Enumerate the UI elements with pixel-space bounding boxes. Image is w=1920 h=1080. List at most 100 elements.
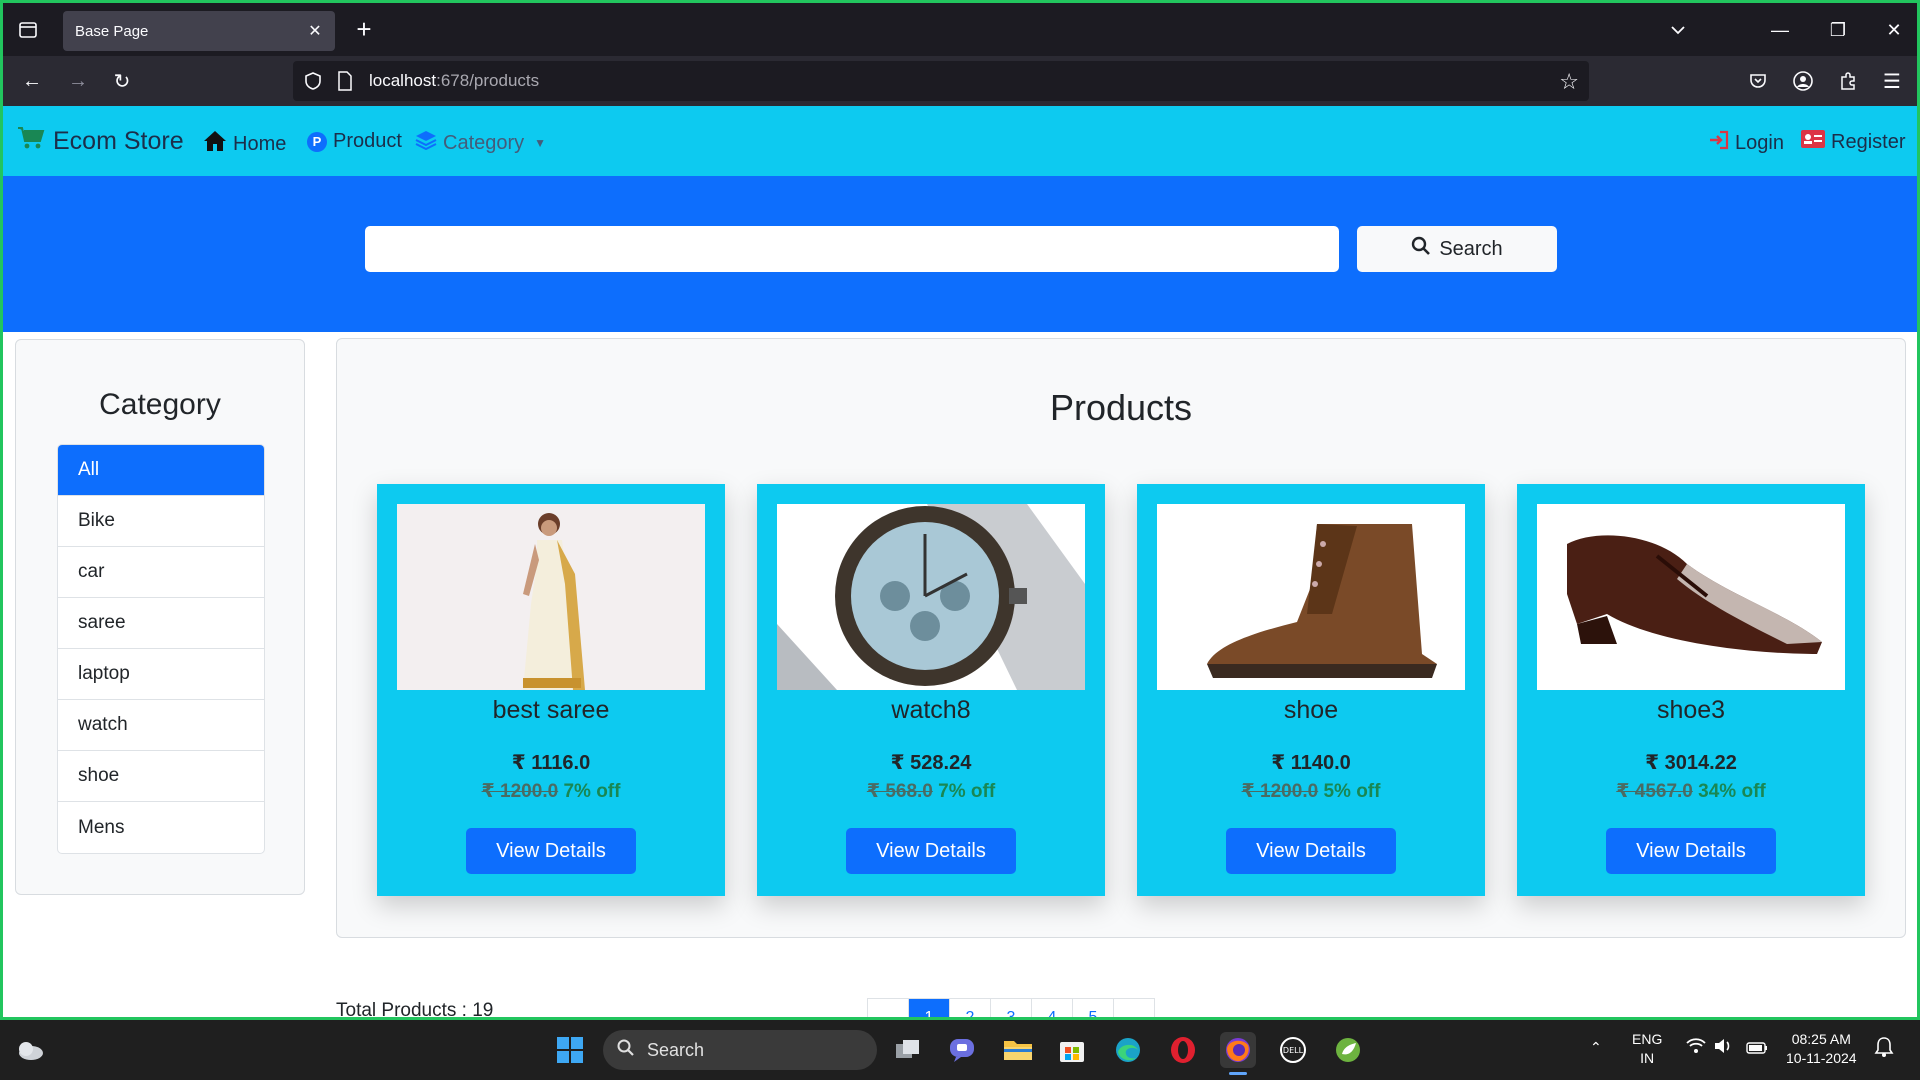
product-price: ₹ 1116.0 [511, 752, 591, 774]
view-details-button[interactable]: View Details [846, 828, 1016, 874]
dell-icon[interactable]: DELL [1275, 1032, 1311, 1068]
close-window-icon[interactable]: ✕ [1881, 17, 1907, 43]
view-details-button[interactable]: View Details [466, 828, 636, 874]
category-item-saree[interactable]: saree [58, 598, 264, 649]
caret-down-icon: ▼ [534, 136, 547, 150]
nav-category-dropdown[interactable]: Category ▼ [415, 130, 546, 156]
back-icon[interactable]: ← [17, 66, 47, 96]
total-products: Total Products : 19 [336, 1000, 494, 1021]
chevron-down-icon[interactable] [1665, 17, 1691, 43]
browser-tab[interactable]: Base Page ✕ [63, 11, 335, 51]
product-original-price: ₹ 568.0 7% off [757, 780, 1105, 803]
language-top: ENG [1632, 1031, 1663, 1047]
weather-icon[interactable] [12, 1032, 48, 1068]
clock[interactable]: 08:25 AM 10-11-2024 [1786, 1030, 1857, 1068]
nav-product-label: Product [333, 130, 402, 152]
category-item-laptop[interactable]: laptop [58, 649, 264, 700]
show-hidden-icons-icon[interactable]: ⌃ [1590, 1038, 1602, 1057]
product-card: watch8 ₹ 528.24 ₹ 568.0 7% off View Deta… [757, 484, 1105, 896]
login-icon [1709, 130, 1729, 156]
teams-icon[interactable] [944, 1032, 980, 1068]
windows-start-icon[interactable] [552, 1032, 588, 1068]
pagination: 1 2 3 4 5 [867, 998, 1155, 1038]
url-text[interactable]: localhost:678/products [369, 71, 539, 91]
nav-product[interactable]: P Product [307, 130, 402, 153]
products-panel: Products best saree ₹ 1116.0 ₹ 1200.0 7%… [336, 338, 1906, 938]
pocket-icon[interactable] [1743, 66, 1773, 96]
nav-login[interactable]: Login [1709, 130, 1784, 156]
opera-icon[interactable] [1165, 1032, 1201, 1068]
firefox-icon[interactable] [1220, 1032, 1256, 1068]
nav-home[interactable]: Home [203, 130, 286, 158]
close-tab-icon[interactable]: ✕ [305, 21, 325, 41]
product-name: best saree [492, 696, 610, 724]
home-icon [203, 130, 227, 158]
product-image-shoe3[interactable] [1537, 504, 1845, 690]
tab-title: Base Page [75, 22, 149, 40]
view-details-button[interactable]: View Details [1226, 828, 1396, 874]
file-explorer-icon[interactable] [1000, 1032, 1036, 1068]
category-item-car[interactable]: car [58, 547, 264, 598]
category-item-watch[interactable]: watch [58, 700, 264, 751]
forward-icon[interactable]: → [63, 66, 93, 96]
edge-icon[interactable] [1110, 1032, 1146, 1068]
search-input[interactable] [365, 226, 1339, 272]
wifi-icon[interactable] [1686, 1038, 1706, 1059]
address-bar[interactable]: localhost:678/products ☆ [293, 61, 1589, 101]
search-icon [617, 1039, 635, 1062]
reload-icon[interactable]: ↻ [107, 66, 137, 96]
active-app-indicator [1229, 1072, 1247, 1075]
product-name: shoe [1283, 696, 1339, 724]
view-details-button[interactable]: View Details [1606, 828, 1776, 874]
product-image-watch[interactable] [777, 504, 1085, 690]
extensions-icon[interactable] [1833, 66, 1863, 96]
shield-icon[interactable] [303, 71, 323, 96]
store-icon[interactable] [1054, 1032, 1090, 1068]
account-icon[interactable] [1788, 66, 1818, 96]
task-view-icon[interactable] [890, 1032, 926, 1068]
clock-date: 10-11-2024 [1786, 1050, 1857, 1066]
product-card: shoe3 ₹ 3014.22 ₹ 4567.0 34% off View De… [1517, 484, 1865, 896]
product-card: best saree ₹ 1116.0 ₹ 1200.0 7% off View… [377, 484, 725, 896]
product-price: ₹ 1140.0 [1271, 752, 1351, 774]
spring-tools-icon[interactable] [1330, 1032, 1366, 1068]
category-item-all[interactable]: All [58, 445, 264, 496]
notification-icon[interactable] [1874, 1036, 1894, 1063]
bookmark-star-icon[interactable]: ☆ [1559, 69, 1579, 95]
browser-toolbar: ← → ↻ localhost:678/products ☆ ☰ [0, 56, 1920, 106]
url-path: :678/products [436, 71, 540, 90]
new-tab-icon[interactable]: + [351, 16, 377, 43]
volume-icon[interactable] [1714, 1038, 1734, 1059]
search-button-label: Search [1439, 237, 1503, 260]
language-indicator[interactable]: ENG IN [1632, 1030, 1662, 1068]
product-image-shoe[interactable] [1157, 504, 1465, 690]
product-image-saree[interactable] [397, 504, 705, 690]
tab-list-icon[interactable] [15, 17, 41, 43]
nav-register[interactable]: Register [1801, 130, 1905, 154]
nav-register-label: Register [1831, 130, 1906, 153]
category-item-bike[interactable]: Bike [58, 496, 264, 547]
taskbar-search[interactable]: Search [603, 1030, 877, 1070]
nav-home-label: Home [233, 132, 287, 155]
product-price: ₹ 528.24 [890, 752, 972, 774]
layers-icon [415, 130, 437, 156]
taskbar-search-label: Search [647, 1039, 705, 1060]
category-panel: Category All Bike car saree laptop watch… [15, 339, 305, 895]
brand[interactable]: Ecom Store [17, 126, 184, 157]
restore-icon[interactable]: ❐ [1825, 17, 1851, 43]
search-button[interactable]: Search [1357, 226, 1557, 272]
clock-time: 08:25 AM [1791, 1031, 1851, 1047]
search-hero: Search [3, 176, 1917, 332]
category-item-mens[interactable]: Mens [58, 802, 264, 853]
id-card-icon [1801, 130, 1825, 154]
browser-tab-bar: Base Page ✕ + — ❐ ✕ [0, 0, 1920, 56]
category-item-shoe[interactable]: shoe [58, 751, 264, 802]
svg-text:DELL: DELL [1283, 1046, 1304, 1055]
site-navbar: Ecom Store Home P Product Category ▼ Log… [3, 106, 1917, 176]
product-original-price: ₹ 1200.0 7% off [377, 780, 725, 803]
battery-icon[interactable] [1746, 1040, 1768, 1059]
menu-icon[interactable]: ☰ [1877, 66, 1907, 96]
product-p-icon: P [307, 131, 327, 152]
minimize-icon[interactable]: — [1767, 17, 1793, 43]
language-bottom: IN [1640, 1050, 1655, 1066]
